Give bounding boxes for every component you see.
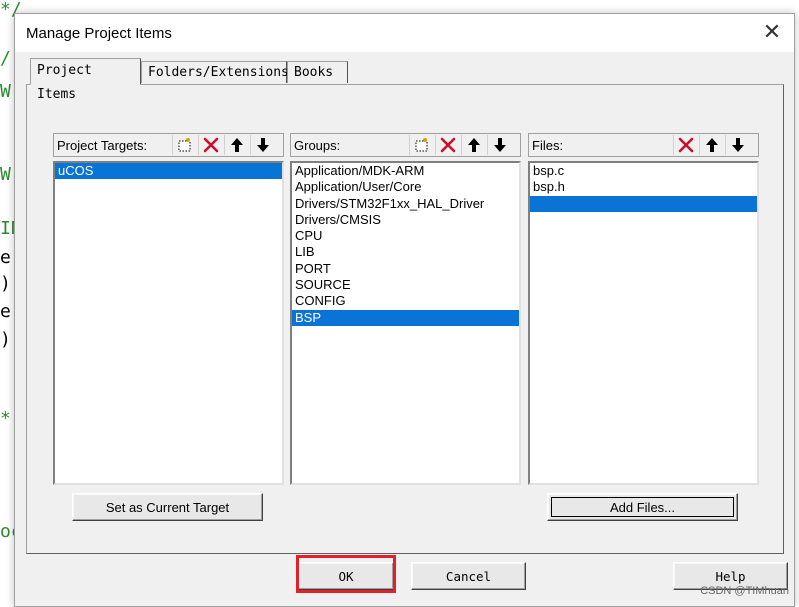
- list-item[interactable]: CONFIG: [292, 293, 519, 309]
- new-icon: [178, 138, 190, 152]
- list-item[interactable]: BSP: [292, 309, 519, 326]
- move-up-icon: [705, 138, 718, 152]
- move-target-down-button[interactable]: [250, 135, 274, 155]
- list-item[interactable]: uCOS: [55, 163, 282, 180]
- delete-file-button[interactable]: [673, 135, 697, 155]
- new-group-button[interactable]: [409, 135, 433, 155]
- groups-list[interactable]: Application/MDK-ARM Application/User/Core…: [290, 161, 521, 485]
- delete-group-button[interactable]: [435, 135, 459, 155]
- move-file-down-button[interactable]: [725, 135, 749, 155]
- cancel-label: Cancel: [445, 568, 492, 584]
- move-file-up-button[interactable]: [699, 135, 723, 155]
- move-up-icon: [467, 138, 480, 152]
- move-target-up-button[interactable]: [224, 135, 248, 155]
- delete-icon: [440, 137, 455, 153]
- move-down-icon: [493, 138, 506, 152]
- list-item[interactable]: Application/User/Core: [292, 179, 519, 195]
- tab-project-items[interactable]: Project Items: [30, 58, 141, 102]
- manage-project-items-dialog: Manage Project Items ✕ Project Items Fol…: [14, 13, 795, 607]
- list-item[interactable]: Drivers/STM32F1xx_HAL_Driver: [292, 196, 519, 212]
- tab-folders-extensions[interactable]: Folders/Extensions: [141, 61, 289, 83]
- list-item[interactable]: CPU: [292, 228, 519, 244]
- dialog-title: Manage Project Items: [26, 25, 172, 42]
- move-group-down-button[interactable]: [487, 135, 511, 155]
- files-list[interactable]: bsp.c bsp.h: [528, 161, 759, 485]
- new-icon: [415, 138, 427, 152]
- new-target-button[interactable]: [172, 135, 196, 155]
- add-files-button[interactable]: Add Files...: [547, 493, 738, 521]
- delete-target-button[interactable]: [198, 135, 222, 155]
- list-item[interactable]: [530, 195, 757, 212]
- title-bar: Manage Project Items ✕: [15, 14, 794, 52]
- groups-header: Groups:: [290, 133, 521, 157]
- watermark-text: CSDN @TIMhuan: [700, 585, 789, 597]
- project-items-panel: Project Targets: uCOS Groups: Applicatio…: [26, 84, 784, 554]
- set-current-target-button[interactable]: Set as Current Target: [72, 493, 263, 521]
- list-item[interactable]: bsp.h: [530, 179, 757, 195]
- groups-label: Groups:: [294, 138, 341, 153]
- project-targets-list[interactable]: uCOS: [53, 161, 284, 485]
- delete-icon: [678, 137, 693, 153]
- close-icon[interactable]: ✕: [760, 21, 784, 45]
- set-current-target-label: Set as Current Target: [105, 499, 230, 515]
- ok-highlight-box: [296, 555, 396, 593]
- move-down-icon: [256, 138, 269, 152]
- files-label: Files:: [532, 138, 564, 153]
- list-item[interactable]: bsp.c: [530, 163, 757, 179]
- project-targets-label: Project Targets:: [57, 138, 148, 153]
- list-item[interactable]: PORT: [292, 261, 519, 277]
- help-label: Help: [715, 568, 746, 584]
- list-item[interactable]: LIB: [292, 244, 519, 260]
- move-down-icon: [731, 138, 744, 152]
- project-targets-header: Project Targets:: [53, 133, 284, 157]
- delete-icon: [203, 137, 218, 153]
- move-group-up-button[interactable]: [461, 135, 485, 155]
- list-item[interactable]: Drivers/CMSIS: [292, 212, 519, 228]
- move-up-icon: [230, 138, 243, 152]
- tab-books[interactable]: Books: [287, 61, 348, 83]
- focus-rectangle: [551, 497, 734, 517]
- list-item[interactable]: SOURCE: [292, 277, 519, 293]
- list-item[interactable]: Application/MDK-ARM: [292, 163, 519, 179]
- cancel-button[interactable]: Cancel: [411, 562, 526, 590]
- files-header: Files:: [528, 133, 759, 157]
